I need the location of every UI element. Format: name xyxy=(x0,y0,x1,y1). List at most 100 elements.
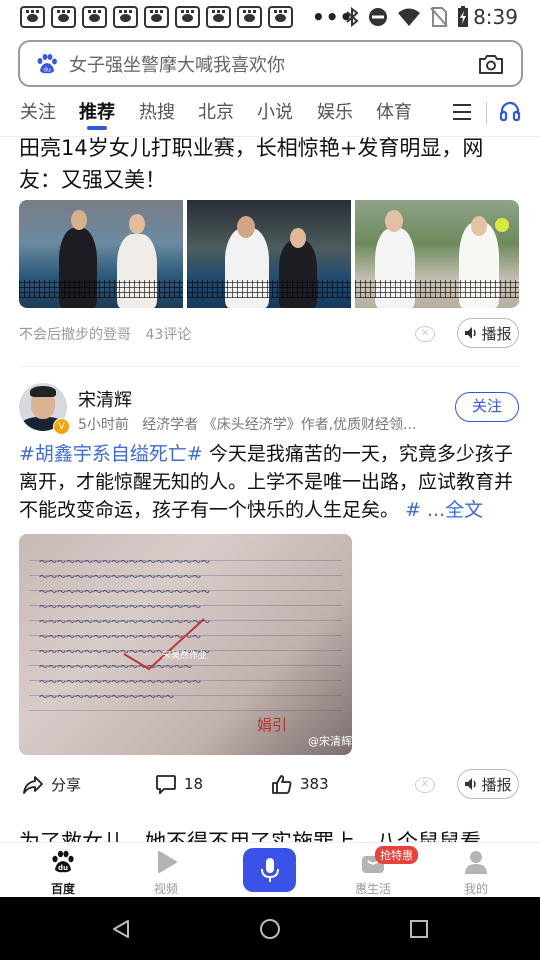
broadcast-button[interactable]: 播报 xyxy=(457,769,519,799)
menu-icon[interactable] xyxy=(453,104,471,120)
search-input[interactable]: 女子强坐警摩大喊我喜欢你 xyxy=(69,51,478,77)
baidu-paw-icon: du xyxy=(52,850,74,873)
article-images[interactable] xyxy=(19,200,519,308)
feed-divider xyxy=(19,366,520,367)
active-tab-indicator xyxy=(87,126,107,130)
baidu-paw-icon xyxy=(51,6,76,28)
headphone-icon[interactable] xyxy=(499,100,521,122)
dismiss-icon[interactable]: ✕ xyxy=(415,777,435,793)
baidu-paw-icon xyxy=(206,6,231,28)
do-not-disturb-icon xyxy=(369,8,387,26)
person-figure xyxy=(237,216,255,238)
baidu-paw-icon xyxy=(144,6,169,28)
person-figure xyxy=(385,210,403,232)
channel-tabs: 关注 推荐 热搜 北京 小说 娱乐 体育 xyxy=(0,96,540,137)
microphone-icon xyxy=(261,858,279,882)
nav-label: 百度 xyxy=(50,882,75,896)
hashtag-link[interactable]: #胡鑫宇系自缢死亡# xyxy=(19,443,203,465)
share-button[interactable]: 分享 xyxy=(22,774,81,795)
post-time: 5小时前 xyxy=(78,417,129,433)
person-figure xyxy=(471,216,487,236)
thumbs-up-icon xyxy=(272,775,292,794)
article-image[interactable] xyxy=(19,200,183,308)
article-title[interactable]: 田亮14岁女儿打职业赛，长相惊艳+发育明显，网友：又强又美！ xyxy=(19,132,519,196)
nav-label: 惠生活 xyxy=(354,882,391,896)
recent-apps-icon[interactable] xyxy=(410,920,428,938)
baidu-paw-icon xyxy=(175,6,200,28)
post-image[interactable]: ～～～～～～～～～～～～～～～～～～～ ～～～～～～～～～～～～～～～～～～ ～… xyxy=(19,534,352,755)
verified-badge-icon: V xyxy=(53,418,70,435)
home-icon[interactable] xyxy=(259,918,281,940)
like-button[interactable]: 383 xyxy=(271,774,329,794)
nav-label: 我的 xyxy=(463,882,488,896)
tab-resou[interactable]: 热搜 xyxy=(139,98,175,124)
person-figure xyxy=(71,210,87,230)
no-sim-icon xyxy=(430,7,448,27)
nav-label: 视频 xyxy=(153,882,178,896)
follow-button[interactable]: 关注 xyxy=(455,392,519,422)
comment-count: 18 xyxy=(184,775,204,793)
nav-video[interactable]: 视频 xyxy=(136,849,196,897)
tab-yule[interactable]: 娱乐 xyxy=(317,98,353,124)
tab-tuijian[interactable]: 推荐 xyxy=(79,98,115,124)
expand-full-text-link[interactable]: # ...全文 xyxy=(405,499,483,521)
broadcast-label: 播报 xyxy=(481,324,512,343)
red-check-mark xyxy=(123,618,205,671)
camera-icon[interactable] xyxy=(478,53,504,75)
search-box[interactable]: du 女子强坐警摩大喊我喜欢你 xyxy=(18,40,523,87)
divider xyxy=(486,102,487,124)
speaker-icon xyxy=(465,778,477,790)
person-figure xyxy=(290,228,306,248)
system-navigation-bar xyxy=(0,897,540,960)
author-meta: 5小时前 经济学者 《床头经济学》作者,优质财经领... xyxy=(78,414,418,434)
clock: 8:39 xyxy=(473,5,518,29)
share-label: 分享 xyxy=(51,776,82,794)
comment-icon xyxy=(156,775,176,794)
bluetooth-icon xyxy=(346,6,359,28)
image-watermark: 宋昊然作业 xyxy=(162,651,208,661)
nav-mine[interactable]: 我的 xyxy=(446,849,506,897)
article-image[interactable] xyxy=(187,200,351,308)
baidu-paw-icon xyxy=(268,6,293,28)
baidu-paw-icon xyxy=(82,6,107,28)
svg-text:du: du xyxy=(43,66,51,73)
source-name: 不会后撤步的登哥 xyxy=(19,327,131,343)
author-name[interactable]: 宋清辉 xyxy=(78,386,132,412)
bottom-nav: du 百度 视频 惠生活 抢特惠 我的 xyxy=(0,842,540,898)
svg-text:du: du xyxy=(58,864,68,872)
speaker-icon xyxy=(465,327,477,339)
battery-icon xyxy=(458,6,468,27)
tennis-net xyxy=(355,280,519,298)
tab-guanzhu[interactable]: 关注 xyxy=(20,98,56,124)
dismiss-icon[interactable]: ✕ xyxy=(415,326,435,342)
tab-beijing[interactable]: 北京 xyxy=(198,98,234,124)
baidu-paw-icon xyxy=(20,6,45,28)
baidu-paw-icon xyxy=(113,6,138,28)
share-icon xyxy=(23,775,43,794)
comment-count[interactable]: 43评论 xyxy=(145,327,191,343)
nav-baidu[interactable]: du 百度 xyxy=(33,849,93,897)
notification-icons xyxy=(20,6,293,28)
like-count: 383 xyxy=(300,775,329,793)
baidu-paw-icon xyxy=(237,6,262,28)
tennis-net xyxy=(19,280,183,298)
video-play-icon xyxy=(158,851,177,873)
tab-tiyu[interactable]: 体育 xyxy=(376,98,412,124)
comment-button[interactable]: 18 xyxy=(155,774,203,794)
wifi-icon xyxy=(398,8,420,26)
article-meta: 不会后撤步的登哥 43评论 xyxy=(19,324,201,344)
back-icon[interactable] xyxy=(112,919,130,939)
teacher-signature: 娟引 xyxy=(257,716,288,734)
image-credit: @宋清辉 xyxy=(308,735,352,748)
status-bar: ••• 8:39 xyxy=(0,0,540,34)
tennis-net xyxy=(187,280,351,298)
post-body[interactable]: #胡鑫宇系自缢死亡# 今天是我痛苦的一天，究竟多少孩子离开，才能惊醒无知的人。上… xyxy=(19,440,521,524)
author-intro: 经济学者 《床头经济学》作者,优质财经领... xyxy=(142,417,417,433)
tennis-ball xyxy=(495,218,509,232)
article-image[interactable] xyxy=(355,200,519,308)
tab-xiaoshuo[interactable]: 小说 xyxy=(257,98,293,124)
broadcast-label: 播报 xyxy=(481,775,512,794)
voice-search-button[interactable] xyxy=(243,848,296,892)
user-profile-icon xyxy=(465,851,487,874)
broadcast-button[interactable]: 播报 xyxy=(457,318,519,348)
